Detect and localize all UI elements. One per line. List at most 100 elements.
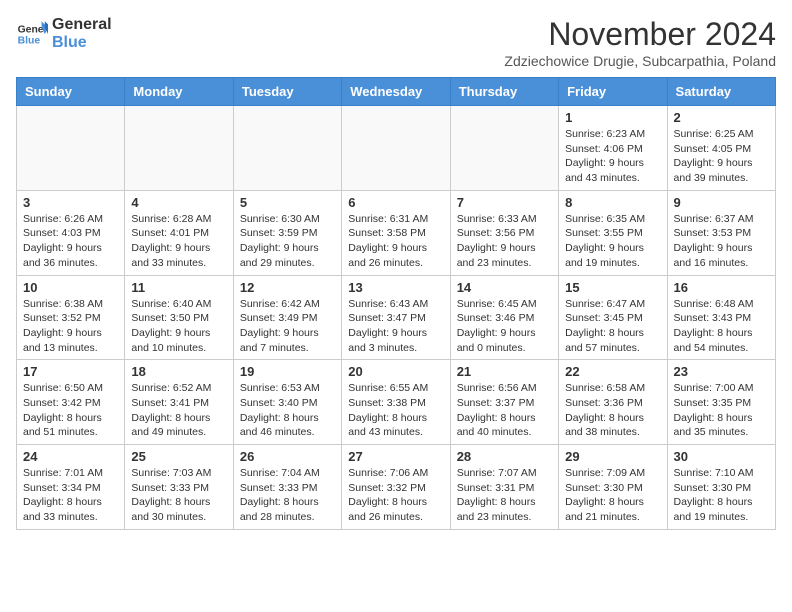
day-number: 6: [348, 195, 443, 210]
calendar-cell: 6Sunrise: 6:31 AMSunset: 3:58 PMDaylight…: [342, 190, 450, 275]
day-info: Sunrise: 6:56 AMSunset: 3:37 PMDaylight:…: [457, 381, 552, 440]
day-info: Sunrise: 7:09 AMSunset: 3:30 PMDaylight:…: [565, 466, 660, 525]
calendar-cell: 18 Sunrise: 6:52 AMSunset: 3:41 PMDayligh…: [125, 360, 233, 445]
month-title: November 2024: [504, 16, 776, 53]
day-number: 17: [23, 364, 118, 379]
logo-icon: General Blue: [16, 18, 48, 50]
day-info: Sunrise: 6:33 AMSunset: 3:56 PMDaylight:…: [457, 212, 552, 271]
day-info: Sunrise: 6:47 AMSunset: 3:45 PMDaylight:…: [565, 297, 660, 356]
calendar-cell: 11 Sunrise: 6:40 AMSunset: 3:50 PMDayligh…: [125, 275, 233, 360]
logo: General Blue General Blue: [16, 16, 112, 52]
day-info: Sunrise: 6:55 AMSunset: 3:38 PMDaylight:…: [348, 381, 443, 440]
day-info: Sunrise: 6:37 AMSunset: 3:53 PMDaylight:…: [674, 212, 769, 271]
calendar-cell: 27 Sunrise: 7:06 AMSunset: 3:32 PMDayligh…: [342, 445, 450, 530]
svg-text:Blue: Blue: [18, 36, 41, 47]
calendar-cell: 25Sunrise: 7:03 AMSunset: 3:33 PMDayligh…: [125, 445, 233, 530]
day-number: 10: [23, 280, 118, 295]
day-number: 22: [565, 364, 660, 379]
day-number: 12: [240, 280, 335, 295]
calendar-week-row: 10 Sunrise: 6:38 AMSunset: 3:52 PMDayligh…: [17, 275, 776, 360]
day-number: 29: [565, 449, 660, 464]
calendar-cell: 8 Sunrise: 6:35 AMSunset: 3:55 PMDaylight…: [559, 190, 667, 275]
day-info: Sunrise: 6:25 AMSunset: 4:05 PMDaylight:…: [674, 127, 769, 186]
day-of-week-header: Sunday: [17, 78, 125, 106]
day-of-week-header: Wednesday: [342, 78, 450, 106]
day-number: 19: [240, 364, 335, 379]
day-info: Sunrise: 7:10 AMSunset: 3:30 PMDaylight:…: [674, 466, 769, 525]
day-info: Sunrise: 6:52 AMSunset: 3:41 PMDaylight:…: [131, 381, 226, 440]
day-info: Sunrise: 6:50 AMSunset: 3:42 PMDaylight:…: [23, 381, 118, 440]
day-number: 18: [131, 364, 226, 379]
calendar-week-row: 17 Sunrise: 6:50 AMSunset: 3:42 PMDayligh…: [17, 360, 776, 445]
day-number: 8: [565, 195, 660, 210]
day-number: 26: [240, 449, 335, 464]
calendar-cell: [233, 106, 341, 191]
calendar-cell: 30 Sunrise: 7:10 AMSunset: 3:30 PMDayligh…: [667, 445, 775, 530]
day-number: 30: [674, 449, 769, 464]
day-number: 9: [674, 195, 769, 210]
calendar-cell: 3Sunrise: 6:26 AMSunset: 4:03 PMDaylight…: [17, 190, 125, 275]
day-number: 16: [674, 280, 769, 295]
calendar-cell: 28 Sunrise: 7:07 AMSunset: 3:31 PMDayligh…: [450, 445, 558, 530]
calendar-week-row: 24 Sunrise: 7:01 AMSunset: 3:34 PMDayligh…: [17, 445, 776, 530]
calendar-table: SundayMondayTuesdayWednesdayThursdayFrid…: [16, 77, 776, 530]
calendar-cell: 13 Sunrise: 6:43 AMSunset: 3:47 PMDayligh…: [342, 275, 450, 360]
day-of-week-header: Saturday: [667, 78, 775, 106]
day-number: 1: [565, 110, 660, 125]
day-info: Sunrise: 7:03 AMSunset: 3:33 PMDaylight:…: [131, 466, 226, 525]
calendar-cell: [17, 106, 125, 191]
day-number: 24: [23, 449, 118, 464]
day-info: Sunrise: 7:00 AMSunset: 3:35 PMDaylight:…: [674, 381, 769, 440]
day-info: Sunrise: 6:45 AMSunset: 3:46 PMDaylight:…: [457, 297, 552, 356]
calendar-cell: 21 Sunrise: 6:56 AMSunset: 3:37 PMDayligh…: [450, 360, 558, 445]
day-info: Sunrise: 6:43 AMSunset: 3:47 PMDaylight:…: [348, 297, 443, 356]
day-number: 13: [348, 280, 443, 295]
day-number: 27: [348, 449, 443, 464]
calendar-cell: 20 Sunrise: 6:55 AMSunset: 3:38 PMDayligh…: [342, 360, 450, 445]
day-info: Sunrise: 6:26 AMSunset: 4:03 PMDaylight:…: [23, 212, 118, 271]
day-number: 28: [457, 449, 552, 464]
calendar-cell: 16 Sunrise: 6:48 AMSunset: 3:43 PMDayligh…: [667, 275, 775, 360]
day-info: Sunrise: 6:48 AMSunset: 3:43 PMDaylight:…: [674, 297, 769, 356]
day-of-week-header: Thursday: [450, 78, 558, 106]
day-number: 11: [131, 280, 226, 295]
day-info: Sunrise: 6:53 AMSunset: 3:40 PMDaylight:…: [240, 381, 335, 440]
calendar-cell: 5 Sunrise: 6:30 AMSunset: 3:59 PMDaylight…: [233, 190, 341, 275]
day-info: Sunrise: 6:58 AMSunset: 3:36 PMDaylight:…: [565, 381, 660, 440]
day-info: Sunrise: 7:06 AMSunset: 3:32 PMDaylight:…: [348, 466, 443, 525]
calendar-header-row: SundayMondayTuesdayWednesdayThursdayFrid…: [17, 78, 776, 106]
location-subtitle: Zdziechowice Drugie, Subcarpathia, Polan…: [504, 53, 776, 69]
day-number: 5: [240, 195, 335, 210]
calendar-cell: [450, 106, 558, 191]
logo-text-general: General: [52, 16, 112, 34]
day-info: Sunrise: 6:38 AMSunset: 3:52 PMDaylight:…: [23, 297, 118, 356]
day-info: Sunrise: 6:30 AMSunset: 3:59 PMDaylight:…: [240, 212, 335, 271]
day-info: Sunrise: 6:28 AMSunset: 4:01 PMDaylight:…: [131, 212, 226, 271]
day-info: Sunrise: 6:23 AMSunset: 4:06 PMDaylight:…: [565, 127, 660, 186]
calendar-cell: 4 Sunrise: 6:28 AMSunset: 4:01 PMDaylight…: [125, 190, 233, 275]
calendar-cell: [125, 106, 233, 191]
day-info: Sunrise: 7:01 AMSunset: 3:34 PMDaylight:…: [23, 466, 118, 525]
calendar-cell: 15 Sunrise: 6:47 AMSunset: 3:45 PMDayligh…: [559, 275, 667, 360]
day-number: 23: [674, 364, 769, 379]
calendar-cell: 22 Sunrise: 6:58 AMSunset: 3:36 PMDayligh…: [559, 360, 667, 445]
day-number: 20: [348, 364, 443, 379]
day-info: Sunrise: 6:35 AMSunset: 3:55 PMDaylight:…: [565, 212, 660, 271]
day-of-week-header: Tuesday: [233, 78, 341, 106]
day-number: 21: [457, 364, 552, 379]
day-info: Sunrise: 6:40 AMSunset: 3:50 PMDaylight:…: [131, 297, 226, 356]
day-number: 4: [131, 195, 226, 210]
day-of-week-header: Friday: [559, 78, 667, 106]
day-info: Sunrise: 7:07 AMSunset: 3:31 PMDaylight:…: [457, 466, 552, 525]
calendar-week-row: 3Sunrise: 6:26 AMSunset: 4:03 PMDaylight…: [17, 190, 776, 275]
day-number: 15: [565, 280, 660, 295]
calendar-cell: 19 Sunrise: 6:53 AMSunset: 3:40 PMDayligh…: [233, 360, 341, 445]
calendar-cell: 12Sunrise: 6:42 AMSunset: 3:49 PMDayligh…: [233, 275, 341, 360]
calendar-cell: 23 Sunrise: 7:00 AMSunset: 3:35 PMDayligh…: [667, 360, 775, 445]
calendar-cell: [342, 106, 450, 191]
calendar-cell: 24 Sunrise: 7:01 AMSunset: 3:34 PMDayligh…: [17, 445, 125, 530]
day-number: 2: [674, 110, 769, 125]
day-number: 7: [457, 195, 552, 210]
calendar-cell: 2 Sunrise: 6:25 AMSunset: 4:05 PMDaylight…: [667, 106, 775, 191]
day-info: Sunrise: 7:04 AMSunset: 3:33 PMDaylight:…: [240, 466, 335, 525]
